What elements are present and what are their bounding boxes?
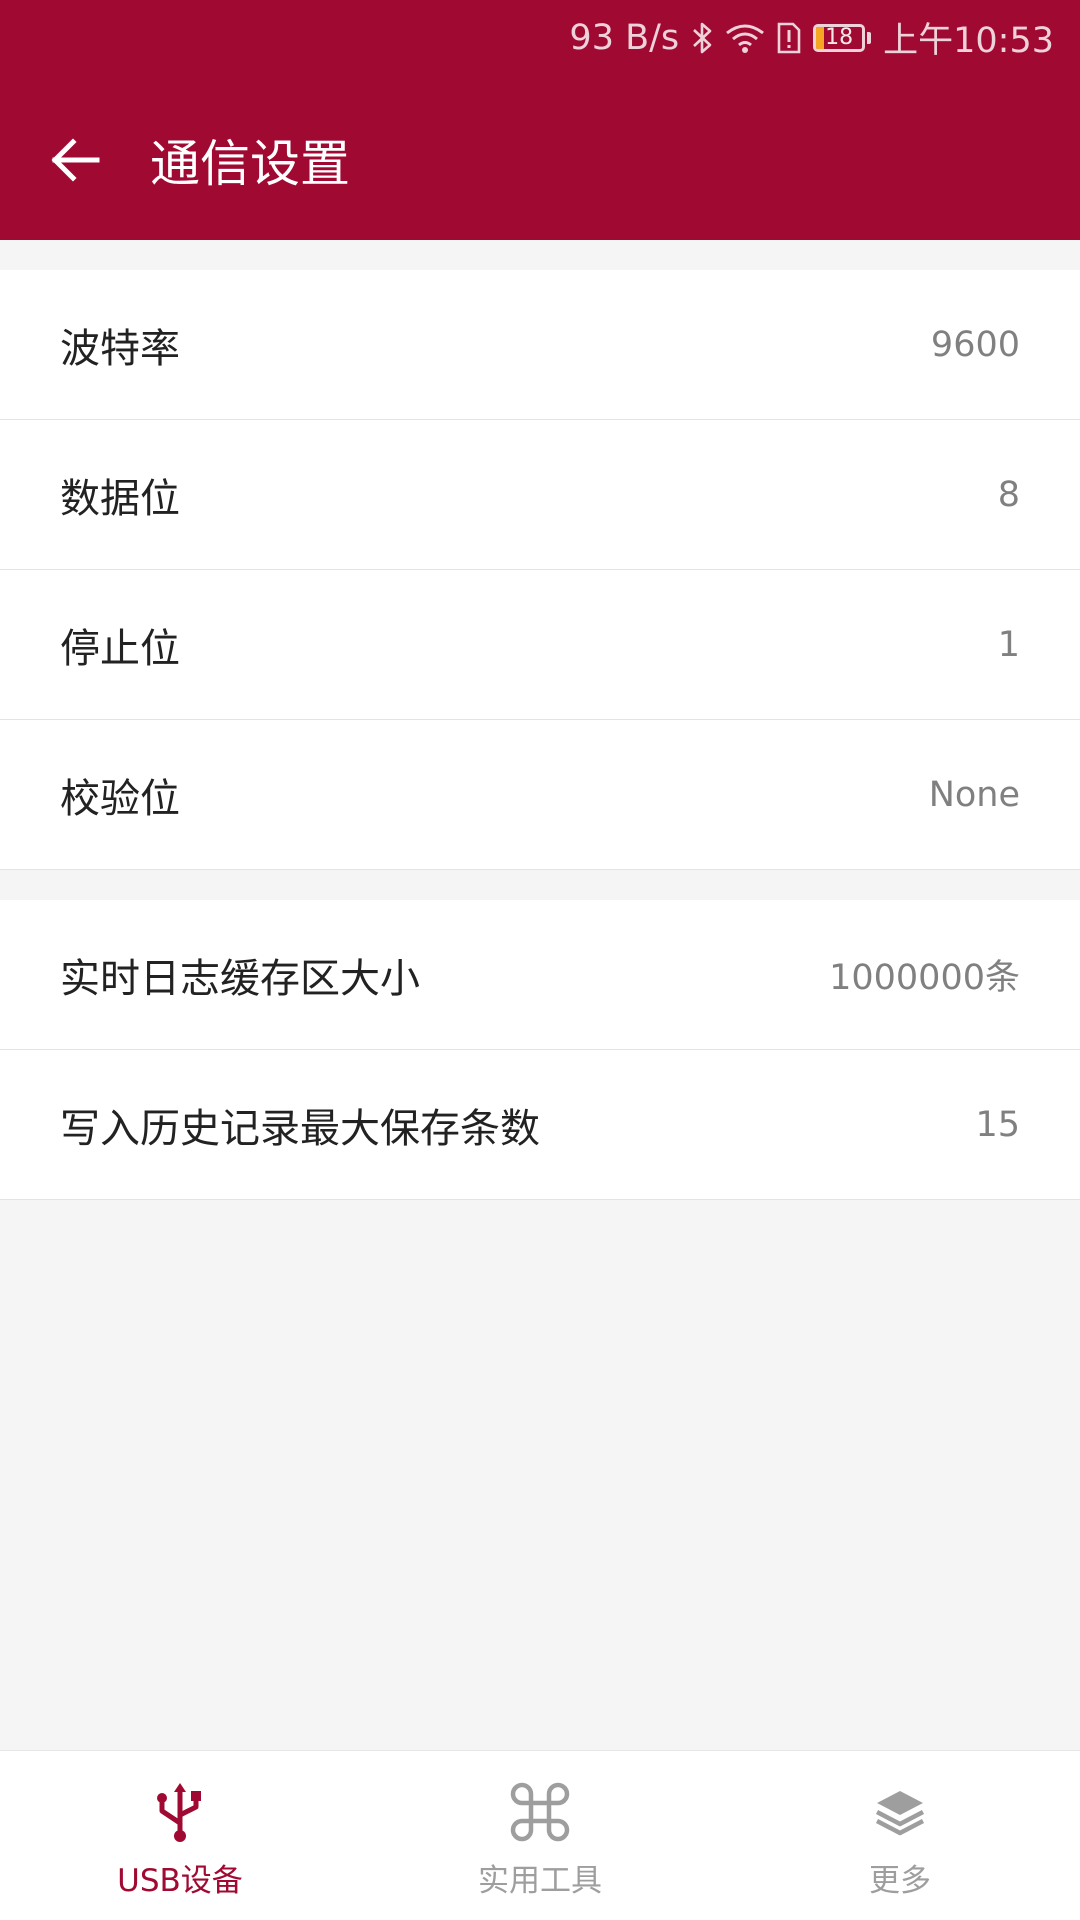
wifi-icon — [725, 22, 765, 54]
setting-label: 停止位 — [60, 625, 180, 672]
setting-value: 9600 — [930, 324, 1020, 365]
network-speed: 93 B/s — [569, 17, 680, 58]
arrow-left-icon — [51, 138, 100, 182]
setting-label: 实时日志缓存区大小 — [60, 955, 420, 1002]
setting-label: 写入历史记录最大保存条数 — [60, 1105, 540, 1152]
usb-icon — [152, 1777, 208, 1847]
setting-value: 1 — [997, 624, 1020, 665]
command-icon — [509, 1777, 571, 1847]
status-bar: 93 B/s 18 上午10:53 — [0, 0, 1080, 75]
toolbar: 通信设置 — [0, 100, 1080, 220]
battery-level: 18 — [825, 25, 854, 50]
nav-tab-more[interactable]: 更多 — [720, 1751, 1080, 1920]
nav-tab-tools[interactable]: 实用工具 — [360, 1751, 720, 1920]
app-bar: 93 B/s 18 上午10:53 通信设置 — [0, 0, 1080, 240]
log-settings-group: 实时日志缓存区大小 1000000条 写入历史记录最大保存条数 15 — [0, 900, 1080, 1200]
setting-row-baud-rate[interactable]: 波特率 9600 — [0, 270, 1080, 420]
setting-label: 校验位 — [60, 775, 180, 822]
setting-label: 波特率 — [60, 325, 180, 372]
nav-label: 更多 — [869, 1863, 931, 1899]
setting-row-parity[interactable]: 校验位 None — [0, 720, 1080, 870]
setting-value: 8 — [997, 474, 1020, 515]
nav-tab-usb-devices[interactable]: USB设备 — [0, 1751, 360, 1920]
setting-value: 1000000条 — [829, 958, 1020, 998]
bluetooth-icon — [691, 21, 713, 55]
bottom-nav: USB设备 实用工具 更多 — [0, 1750, 1080, 1920]
back-button[interactable] — [0, 100, 150, 220]
setting-value: 15 — [975, 1104, 1020, 1145]
sim-alert-icon — [777, 22, 801, 54]
setting-row-log-buffer-size[interactable]: 实时日志缓存区大小 1000000条 — [0, 900, 1080, 1050]
setting-label: 数据位 — [60, 475, 180, 522]
layers-icon — [873, 1777, 927, 1847]
page-title: 通信设置 — [150, 135, 350, 193]
battery-icon: 18 — [813, 23, 872, 52]
setting-row-history-max-count[interactable]: 写入历史记录最大保存条数 15 — [0, 1050, 1080, 1200]
serial-settings-group: 波特率 9600 数据位 8 停止位 1 校验位 None — [0, 270, 1080, 870]
status-time: 上午10:53 — [883, 21, 1054, 61]
setting-row-stop-bits[interactable]: 停止位 1 — [0, 570, 1080, 720]
setting-value: None — [928, 774, 1020, 815]
nav-label: USB设备 — [117, 1863, 243, 1899]
setting-row-data-bits[interactable]: 数据位 8 — [0, 420, 1080, 570]
nav-label: 实用工具 — [478, 1863, 602, 1899]
